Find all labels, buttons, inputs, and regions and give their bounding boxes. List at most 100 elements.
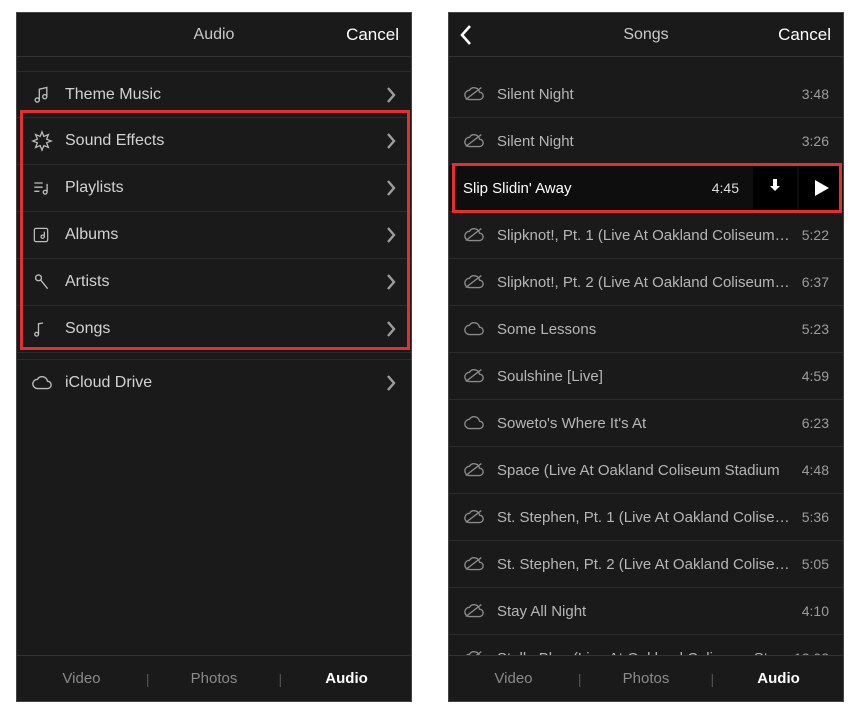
chevron-right-icon [385,132,397,150]
chevron-right-icon [385,320,397,338]
song-row[interactable]: Slip Slidin' Away4:45 [449,165,843,212]
row-sound-effects[interactable]: Sound Effects [17,118,411,165]
download-button[interactable] [753,165,797,211]
music-note-icon [31,85,65,105]
song-duration: 5:36 [802,509,829,525]
album-icon [31,225,65,245]
song-duration: 12:02 [794,650,829,655]
song-title: Soweto's Where It's At [497,415,802,432]
chevron-right-icon [385,226,397,244]
song-row[interactable]: Soweto's Where It's At6:23 [449,400,843,447]
row-label: Playlists [65,179,385,197]
tab-audio[interactable]: Audio [282,670,411,687]
cloud-icon [463,321,497,337]
song-row[interactable]: St. Stephen, Pt. 1 (Live At Oakland Coli… [449,494,843,541]
note-icon [31,319,65,339]
song-duration: 6:37 [802,274,829,290]
top-bar: Songs Cancel [449,13,843,57]
chevron-right-icon [385,179,397,197]
song-title: Space (Live At Oakland Coliseum Stadium [497,462,802,479]
row-label: Theme Music [65,86,385,104]
song-title: St. Stephen, Pt. 2 (Live At Oakland Coli… [497,556,802,573]
cloud-icon [463,415,497,431]
top-bar: Audio Cancel [17,13,411,57]
song-row[interactable]: St. Stephen, Pt. 2 (Live At Oakland Coli… [449,541,843,588]
row-songs[interactable]: Songs [17,306,411,353]
song-duration: 5:22 [802,227,829,243]
row-label: Artists [65,273,385,291]
back-button[interactable] [459,13,489,57]
row-label: Songs [65,320,385,338]
tab-audio[interactable]: Audio [714,670,843,687]
chevron-right-icon [385,374,397,392]
cloud-off-icon [463,603,497,619]
song-duration: 4:59 [802,368,829,384]
song-title: St. Stephen, Pt. 1 (Live At Oakland Coli… [497,509,802,526]
row-label: iCloud Drive [65,374,385,392]
song-actions [753,165,843,211]
song-duration: 3:48 [802,86,829,102]
song-duration: 5:23 [802,321,829,337]
starburst-icon [31,130,65,152]
row-playlists[interactable]: Playlists [17,165,411,212]
song-row[interactable]: Slipknot!, Pt. 1 (Live At Oakland Colise… [449,212,843,259]
cloud-off-icon [463,368,497,384]
cloud-off-icon [463,462,497,478]
title-audio: Audio [194,26,235,44]
song-row[interactable]: Silent Night3:26 [449,118,843,165]
song-title: Slip Slidin' Away [463,180,712,197]
audio-browser-screen: Audio Cancel Theme Music Sound Effects [16,12,412,702]
chevron-right-icon [385,273,397,291]
cancel-button[interactable]: Cancel [778,13,831,57]
song-row[interactable]: Silent Night3:48 [449,71,843,118]
cloud-off-icon [463,650,497,655]
row-theme-music[interactable]: Theme Music [17,71,411,118]
song-title: Silent Night [497,86,802,103]
song-row[interactable]: Space (Live At Oakland Coliseum Stadium4… [449,447,843,494]
playlist-icon [31,178,65,198]
song-title: Stay All Night [497,603,802,620]
row-label: Sound Effects [65,132,385,150]
mic-icon [31,272,65,292]
category-list: Theme Music Sound Effects Playlists [17,57,411,655]
cloud-off-icon [463,556,497,572]
play-button[interactable] [799,165,843,211]
song-duration: 4:48 [802,462,829,478]
tab-photos[interactable]: Photos [582,670,711,687]
cloud-off-icon [463,509,497,525]
tab-video[interactable]: Video [17,670,146,687]
cloud-off-icon [463,86,497,102]
song-row[interactable]: Slipknot!, Pt. 2 (Live At Oakland Colise… [449,259,843,306]
song-title: Slipknot!, Pt. 2 (Live At Oakland Colise… [497,274,802,291]
song-title: Silent Night [497,133,802,150]
cancel-button[interactable]: Cancel [346,13,399,57]
title-songs: Songs [623,26,668,44]
row-label: Albums [65,226,385,244]
song-duration: 6:23 [802,415,829,431]
song-duration: 4:10 [802,603,829,619]
cloud-off-icon [463,227,497,243]
bottom-tab-bar: Video | Photos | Audio [17,655,411,701]
song-duration: 3:26 [802,133,829,149]
tab-video[interactable]: Video [449,670,578,687]
song-row[interactable]: Stay All Night4:10 [449,588,843,635]
songs-list: Silent Night3:48Silent Night3:26Slip Sli… [449,57,843,655]
song-row[interactable]: Stella Blue (Live At Oakland Coliseum St… [449,635,843,655]
cloud-off-icon [463,274,497,290]
song-row[interactable]: Some Lessons5:23 [449,306,843,353]
bottom-tab-bar: Video | Photos | Audio [449,655,843,701]
tab-photos[interactable]: Photos [150,670,279,687]
song-title: Some Lessons [497,321,802,338]
row-icloud-drive[interactable]: iCloud Drive [17,359,411,406]
song-duration: 5:05 [802,556,829,572]
row-artists[interactable]: Artists [17,259,411,306]
song-title: Stella Blue (Live At Oakland Coliseum St… [497,650,794,656]
chevron-right-icon [385,86,397,104]
cloud-off-icon [463,133,497,149]
song-title: Soulshine [Live] [497,368,802,385]
song-row[interactable]: Soulshine [Live]4:59 [449,353,843,400]
songs-screen: Songs Cancel Silent Night3:48Silent Nigh… [448,12,844,702]
cloud-icon [31,375,65,391]
row-albums[interactable]: Albums [17,212,411,259]
song-title: Slipknot!, Pt. 1 (Live At Oakland Colise… [497,227,802,244]
